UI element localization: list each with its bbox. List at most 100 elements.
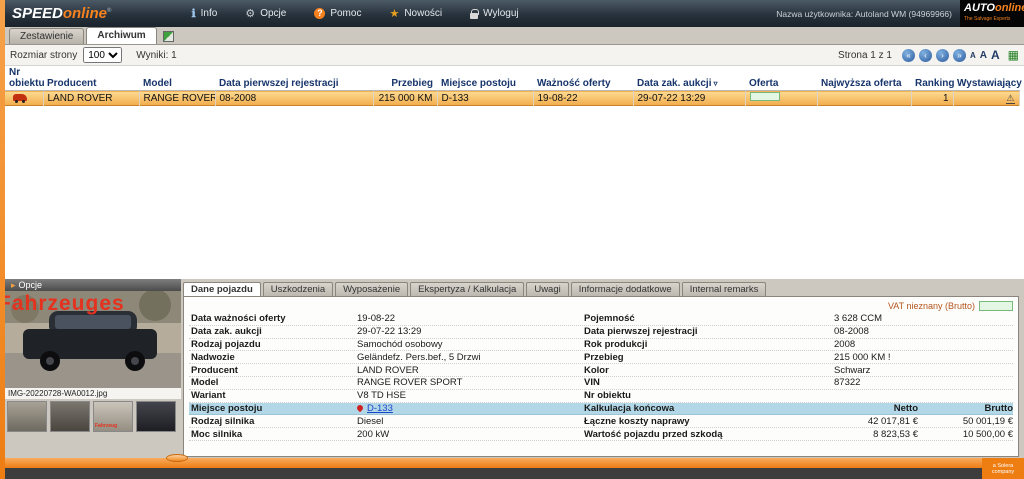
table-row[interactable]: LAND ROVER RANGE ROVER SPOR... 08-2008 2… (5, 90, 1020, 106)
field-label: Kolor (584, 364, 609, 376)
font-size-large-button[interactable] (991, 49, 1000, 62)
col-header-data-rejestracji[interactable]: Data pierwszej rejestracji (215, 66, 373, 91)
field-label: Rok produkcji (584, 338, 648, 350)
pager-prev-button[interactable] (918, 48, 932, 62)
detail-tab-uszkodzenia[interactable]: Uszkodzenia (262, 282, 334, 296)
calculation-title: Kalkulacja końcowa (584, 402, 675, 414)
page-size-select[interactable]: 100 (83, 47, 123, 63)
field-value: V8 TD HSE (357, 390, 406, 402)
chevron-right-icon: ▸ (11, 280, 16, 290)
thumbnail-4[interactable] (136, 401, 176, 432)
menu-logout[interactable]: Wyloguj (470, 7, 519, 20)
menu-info[interactable]: Info (191, 7, 218, 20)
col-header-oferta[interactable]: Oferta (745, 66, 817, 91)
footer-bar (0, 458, 1024, 468)
vehicle-detail-panel: VAT nieznany (Brutto) Data ważności ofer… (183, 296, 1019, 457)
field-value: Samochód osobowy (357, 338, 443, 350)
app-logo: SPEEDonline® (12, 5, 111, 22)
field-value: 19-08-22 (357, 313, 396, 325)
menu-news-label: Nowości (404, 8, 443, 19)
detail-tab-dane-pojazdu[interactable]: Dane pojazdu (183, 282, 261, 296)
options-expander[interactable]: ▸ Opcje (5, 279, 181, 291)
photo-watermark: Fahrzeuges (5, 292, 125, 315)
username-label: Nazwa użytkownika: Autoland WM (94969966… (776, 8, 952, 19)
detail-tab-informacje-dodatkowe[interactable]: Informacje dodatkowe (570, 282, 680, 296)
field-row: Nadwozie Geländefz. Pers.bef., 5 Drzwi P… (189, 351, 1013, 365)
menu-news[interactable]: Nowości (389, 7, 442, 20)
cell-producent: LAND ROVER (43, 90, 140, 106)
offer-input-box[interactable] (749, 92, 780, 101)
field-label: Rodzaj pojazdu (191, 338, 261, 350)
vat-label: VAT nieznany (Brutto) (887, 300, 975, 311)
calculation-header-row: Miejsce postoju D-133 Kalkulacja końcowa… (189, 402, 1014, 416)
thumbnail-1[interactable] (7, 401, 47, 432)
detail-tab-uwagi[interactable]: Uwagi (526, 282, 569, 296)
footer-brand-text: a Solera company (982, 458, 1024, 479)
photo-filename: IMG-20220728-WA0012.jpg (5, 388, 181, 399)
thumbnail-3[interactable]: Fahrzeug (93, 401, 133, 432)
toolbar: Rozmiar strony 100 Wyniki: 1 Strona 1 z … (5, 45, 1024, 66)
field-label: Data ważności oferty (191, 313, 286, 325)
page-size-label: Rozmiar strony (10, 49, 78, 61)
col-header-model[interactable]: Model (139, 66, 215, 91)
field-label: Data zak. aukcji (191, 326, 262, 338)
menu-options-label: Opcje (260, 8, 287, 19)
report-warning-icon[interactable] (1006, 92, 1015, 104)
export-list-icon[interactable] (162, 31, 174, 42)
col-header-przebieg[interactable]: Przebieg (373, 66, 437, 91)
field-value: 3 628 CCM (834, 313, 883, 325)
menu-help[interactable]: Pomoc (314, 7, 361, 20)
excel-export-icon[interactable] (1008, 48, 1019, 62)
col-header-producent[interactable]: Producent (43, 66, 139, 91)
left-accent-stripe (0, 0, 5, 479)
menu-options[interactable]: Opcje (245, 7, 286, 20)
field-value: LAND ROVER (357, 364, 419, 376)
field-label: Łączne koszty naprawy (584, 415, 690, 427)
thumbnail-2[interactable] (50, 401, 90, 432)
detail-tab-internal-remarks[interactable]: Internal remarks (681, 282, 767, 296)
col-header-data-zak-aukcji[interactable]: Data zak. aukcji (633, 66, 745, 91)
field-label: Nadwozie (191, 351, 235, 363)
footer-drag-handle[interactable] (166, 454, 188, 462)
field-value: 2008 (834, 338, 856, 350)
col-header-waznosc-oferty[interactable]: Ważność oferty (533, 66, 633, 91)
pager-next-button[interactable] (935, 48, 949, 62)
menu-help-label: Pomoc (330, 8, 362, 19)
pager-first-button[interactable] (901, 48, 915, 62)
logo-speed: SPEED (12, 5, 63, 22)
field-row: Rodzaj pojazdu Samochód osobowy Rok prod… (189, 339, 1013, 352)
sort-desc-icon (713, 79, 717, 88)
repair-cost-brutto: 50 001,19 € (962, 415, 1013, 427)
cell-najwyzsza-oferta (817, 90, 912, 106)
field-value: 87322 (834, 377, 861, 389)
location-link[interactable]: D-133 (367, 403, 393, 414)
brutto-column-header: Brutto (984, 402, 1014, 414)
cell-oferta (745, 90, 818, 106)
vehicle-photo[interactable]: Fahrzeuges (5, 291, 181, 388)
field-value: 200 kW (357, 428, 390, 440)
col-header-nr-obiektu[interactable]: Nr obiektu (5, 66, 45, 91)
tab-zestawienie[interactable]: Zestawienie (9, 28, 85, 44)
field-value: 08-2008 (834, 326, 869, 338)
col-header-wystawiajacy[interactable]: Wystawiający (953, 66, 1022, 91)
font-size-small-button[interactable] (970, 49, 976, 62)
field-value: Geländefz. Pers.bef., 5 Drzwi (357, 351, 481, 363)
col-header-najwyzsza-oferta[interactable]: Najwyższa oferta (817, 66, 911, 91)
pager: Strona 1 z 1 (838, 48, 1019, 62)
detail-tab-wyposazenie[interactable]: Wyposażenie (335, 282, 409, 296)
field-value: RANGE ROVER SPORT (357, 377, 463, 389)
pager-last-button[interactable] (952, 48, 966, 62)
thumbnail-watermark: Fahrzeug (95, 423, 118, 429)
field-value: Diesel (357, 415, 384, 427)
field-label: Producent (191, 364, 238, 376)
detail-tab-ekspertyza[interactable]: Ekspertyza / Kalkulacja (410, 282, 525, 296)
field-row: Producent LAND ROVER Kolor Schwarz (189, 364, 1013, 377)
tab-archiwum[interactable]: Archiwum (86, 27, 157, 44)
field-label: Wariant (191, 390, 226, 402)
topbar: SPEEDonline® Info Opcje Pomoc Nowości Wy… (0, 0, 1024, 27)
col-header-ranking[interactable]: Ranking (911, 66, 954, 91)
vat-input-box[interactable] (979, 300, 1013, 311)
logo-online: online (62, 5, 108, 22)
col-header-miejsce-postoju[interactable]: Miejsce postoju (437, 66, 533, 91)
font-size-medium-button[interactable] (980, 49, 987, 62)
